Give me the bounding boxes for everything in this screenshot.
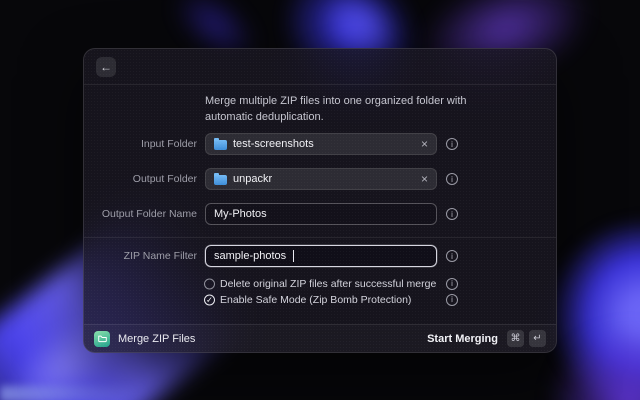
- command-title: Merge ZIP Files: [118, 333, 195, 345]
- zip-name-filter-input[interactable]: sample-photos: [205, 245, 437, 267]
- input-folder-label: Input Folder: [84, 138, 197, 150]
- start-merging-label: Start Merging: [427, 333, 498, 345]
- output-folder-name-label: Output Folder Name: [84, 208, 197, 220]
- merge-zip-app-icon: [94, 331, 110, 347]
- zip-name-filter-value: sample-photos: [214, 250, 286, 262]
- delete-originals-label: Delete original ZIP files after successf…: [220, 278, 436, 290]
- zip-name-filter-row: ZIP Name Filter sample-photos i: [84, 245, 556, 267]
- info-icon[interactable]: i: [446, 138, 458, 150]
- output-folder-row: Output Folder unpackr × i: [84, 168, 556, 190]
- delete-originals-checkbox[interactable]: [204, 278, 215, 289]
- info-icon[interactable]: i: [446, 250, 458, 262]
- info-icon[interactable]: i: [446, 208, 458, 220]
- input-folder-row: Input Folder test-screenshots × i: [84, 133, 556, 155]
- clear-icon[interactable]: ×: [421, 173, 428, 185]
- output-folder-name-row: Output Folder Name My-Photos i: [84, 203, 556, 225]
- folder-icon: [214, 140, 227, 150]
- output-folder-picker[interactable]: unpackr ×: [205, 168, 437, 190]
- output-folder-name-input[interactable]: My-Photos: [205, 203, 437, 225]
- section-divider: [84, 237, 556, 238]
- delete-originals-row: Delete original ZIP files after successf…: [84, 277, 556, 290]
- wallpaper-blob: [0, 386, 150, 400]
- enter-key-icon: ↵: [529, 330, 546, 347]
- output-folder-name-value: My-Photos: [214, 208, 267, 220]
- info-icon[interactable]: i: [446, 173, 458, 185]
- command-description: Merge multiple ZIP files into one organi…: [205, 93, 467, 125]
- info-icon[interactable]: i: [446, 278, 458, 290]
- info-icon[interactable]: i: [446, 294, 458, 306]
- input-folder-picker[interactable]: test-screenshots ×: [205, 133, 437, 155]
- check-icon: ✓: [206, 295, 213, 304]
- zip-name-filter-label: ZIP Name Filter: [84, 250, 197, 262]
- folder-glyph-icon: [97, 333, 108, 344]
- safe-mode-checkbox[interactable]: ✓: [204, 294, 215, 305]
- cmd-key-icon: ⌘: [507, 330, 524, 347]
- safe-mode-row: ✓ Enable Safe Mode (Zip Bomb Protection)…: [84, 293, 556, 306]
- folder-icon: [214, 175, 227, 185]
- back-arrow-icon: ←: [100, 60, 112, 74]
- output-folder-label: Output Folder: [84, 173, 197, 185]
- start-merging-button[interactable]: Start Merging ⌘ ↵: [427, 330, 546, 347]
- safe-mode-label: Enable Safe Mode (Zip Bomb Protection): [220, 294, 411, 306]
- clear-icon[interactable]: ×: [421, 138, 428, 150]
- window-header: ←: [84, 49, 556, 85]
- action-bar: Merge ZIP Files Start Merging ⌘ ↵: [84, 324, 556, 352]
- back-button[interactable]: ←: [96, 57, 116, 77]
- output-folder-value: unpackr: [233, 173, 272, 185]
- input-folder-value: test-screenshots: [233, 138, 314, 150]
- text-cursor: [293, 250, 294, 262]
- app-window: ← Merge multiple ZIP files into one orga…: [83, 48, 557, 353]
